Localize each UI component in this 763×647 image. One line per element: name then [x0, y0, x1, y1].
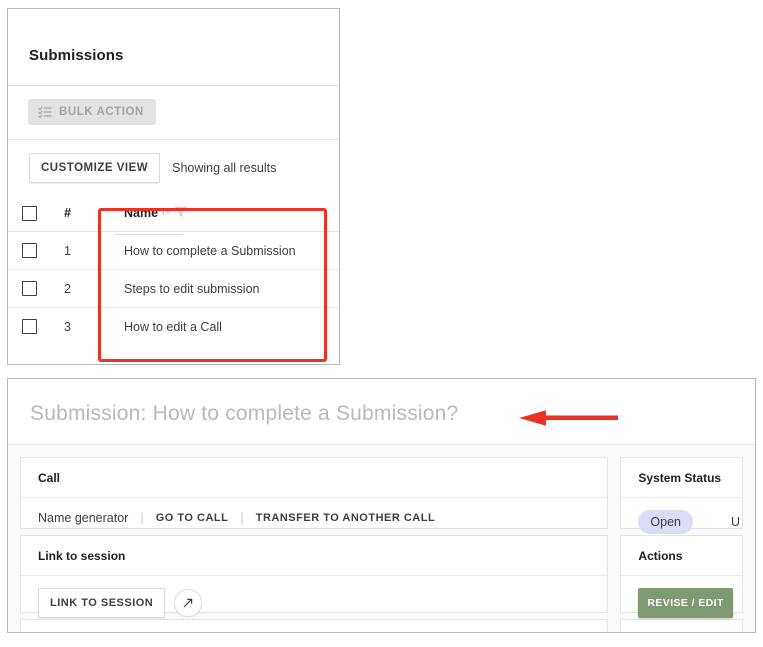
select-all-checkbox[interactable]	[22, 205, 37, 221]
row-checkbox[interactable]	[22, 281, 37, 296]
call-panel: Call Name generator | GO TO CALL | TRANS…	[20, 457, 609, 529]
row-select-cell	[8, 308, 64, 346]
select-all-cell	[8, 195, 64, 232]
column-header-number: #	[64, 195, 108, 232]
next-panel-peek	[20, 619, 609, 632]
bulk-action-label: BULK ACTION	[59, 106, 144, 118]
checklist-icon	[38, 106, 52, 118]
customize-view-button[interactable]: CUSTOMIZE VIEW	[29, 153, 161, 183]
row-number: 1	[64, 231, 108, 270]
column-header-name-label: Name	[124, 206, 159, 220]
sort-icon[interactable]	[162, 206, 173, 220]
link-to-session-button[interactable]: LINK TO SESSION	[38, 588, 166, 618]
link-to-session-panel-label: Link to session	[38, 549, 126, 563]
status-badge: Open	[638, 510, 693, 534]
link-to-session-panel-content: LINK TO SESSION	[38, 576, 607, 618]
detail-left-column: Call Name generator | GO TO CALL | TRANS…	[20, 457, 609, 632]
actions-panel: Actions REVISE / EDIT	[620, 535, 743, 618]
row-number: 2	[64, 269, 108, 308]
separator-pipe: |	[140, 510, 144, 525]
row-select-cell	[8, 231, 64, 270]
system-status-panel: System Status Open U	[620, 457, 743, 534]
row-checkbox[interactable]	[22, 319, 37, 334]
bulk-action-button[interactable]: BULK ACTION	[28, 99, 156, 125]
submissions-table: # Name 1 How to complete a Submission 2 …	[8, 195, 339, 345]
page-title: Submissions	[29, 47, 124, 64]
actions-panel-content: REVISE / EDIT	[638, 576, 742, 618]
separator-pipe: |	[240, 510, 244, 525]
submissions-card: Submissions BULK ACTION CUSTOMIZE VIEW S…	[7, 8, 340, 365]
call-value: Name generator	[38, 510, 129, 525]
link-to-session-panel: Link to session LINK TO SESSION	[20, 535, 609, 618]
detail-right-column: System Status Open U Actions REVISE / ED…	[620, 457, 743, 632]
row-name[interactable]: How to complete a Submission	[108, 231, 339, 270]
transfer-to-another-call-link[interactable]: TRANSFER TO ANOTHER CALL	[256, 512, 435, 524]
column-header-name-underline	[115, 234, 183, 235]
revise-edit-button[interactable]: REVISE / EDIT	[638, 588, 733, 618]
system-status-panel-content: Open U	[638, 498, 742, 534]
next-panel-peek	[620, 619, 743, 632]
external-link-icon[interactable]	[174, 589, 203, 617]
row-select-cell	[8, 269, 64, 308]
detail-page-title: Submission: How to complete a Submission…	[30, 402, 459, 425]
detail-body: Call Name generator | GO TO CALL | TRANS…	[8, 445, 755, 632]
bulk-action-row: BULK ACTION	[8, 86, 339, 125]
table-toolbar: CUSTOMIZE VIEW Showing all results	[8, 140, 339, 183]
row-checkbox[interactable]	[22, 243, 37, 258]
system-status-extra-text: U	[730, 515, 740, 529]
showing-results-label: Showing all results	[172, 161, 277, 175]
column-header-name[interactable]: Name	[108, 195, 339, 232]
row-number: 3	[64, 319, 71, 334]
table-header-row: # Name	[8, 195, 339, 232]
call-panel-label: Call	[38, 471, 61, 485]
filter-icon[interactable]	[174, 206, 188, 220]
submission-detail-card: Submission: How to complete a Submission…	[7, 378, 756, 633]
table-row[interactable]: 2 Steps to edit submission	[8, 269, 339, 308]
table-row[interactable]: 3 How to edit a Call	[8, 308, 339, 346]
system-status-panel-label: System Status	[638, 471, 722, 485]
call-panel-content: Name generator | GO TO CALL | TRANSFER T…	[38, 498, 607, 525]
row-name[interactable]: Steps to edit submission	[108, 269, 339, 308]
table-row[interactable]: 1 How to complete a Submission	[8, 231, 339, 270]
go-to-call-link[interactable]: GO TO CALL	[156, 512, 229, 524]
row-name[interactable]: How to edit a Call	[108, 308, 339, 346]
actions-panel-label: Actions	[638, 549, 683, 563]
